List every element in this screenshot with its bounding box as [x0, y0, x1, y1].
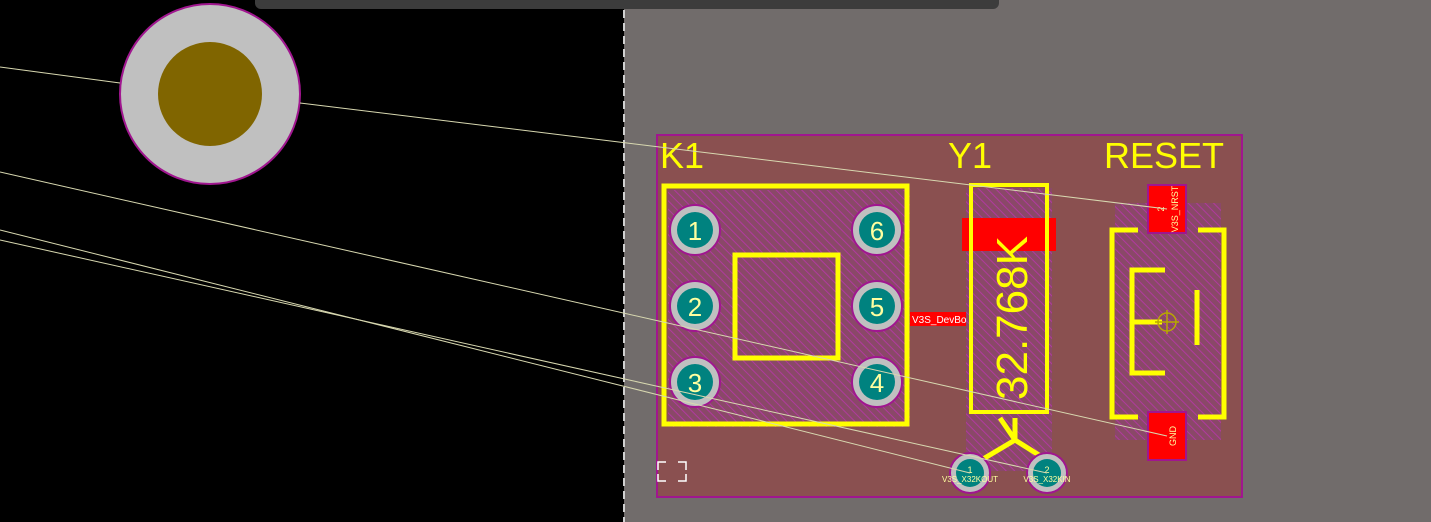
- k1-pad-number: 4: [870, 368, 884, 398]
- top-toolbar[interactable]: [255, 0, 999, 9]
- y1-designator: Y1: [948, 135, 992, 176]
- k1-pad[interactable]: 1: [669, 204, 721, 256]
- reset-pad-nrst-net: V3S_NRST: [1170, 185, 1180, 232]
- k1-designator: K1: [660, 135, 704, 176]
- pcb-canvas[interactable]: K1 1 62 53 4 V3S_DevBoard Y1 32.768K 1 V3S_…: [0, 0, 1431, 522]
- y1-value: 32.768K: [988, 236, 1037, 400]
- k1-pad[interactable]: 4: [851, 356, 903, 408]
- y1-pad-1-number: 1: [967, 465, 972, 475]
- k1-pad[interactable]: 2: [669, 280, 721, 332]
- k1-pad-number: 5: [870, 292, 884, 322]
- k1-pad-number: 1: [688, 216, 702, 246]
- k1-pad-number: 6: [870, 216, 884, 246]
- reset-pad-gnd-net: GND: [1168, 426, 1178, 447]
- reset-designator: RESET: [1104, 135, 1224, 176]
- k1-pad[interactable]: 5: [851, 280, 903, 332]
- y1-pad-2-number: 2: [1044, 465, 1049, 475]
- k1-pad[interactable]: 6: [851, 204, 903, 256]
- y1-pad-2-net: V3S_X32KIN: [1023, 475, 1070, 484]
- mounting-hole[interactable]: [119, 3, 301, 185]
- y1-pad-1-net: V3S_X32KOUT: [942, 475, 998, 484]
- k1-pad-number: 2: [688, 292, 702, 322]
